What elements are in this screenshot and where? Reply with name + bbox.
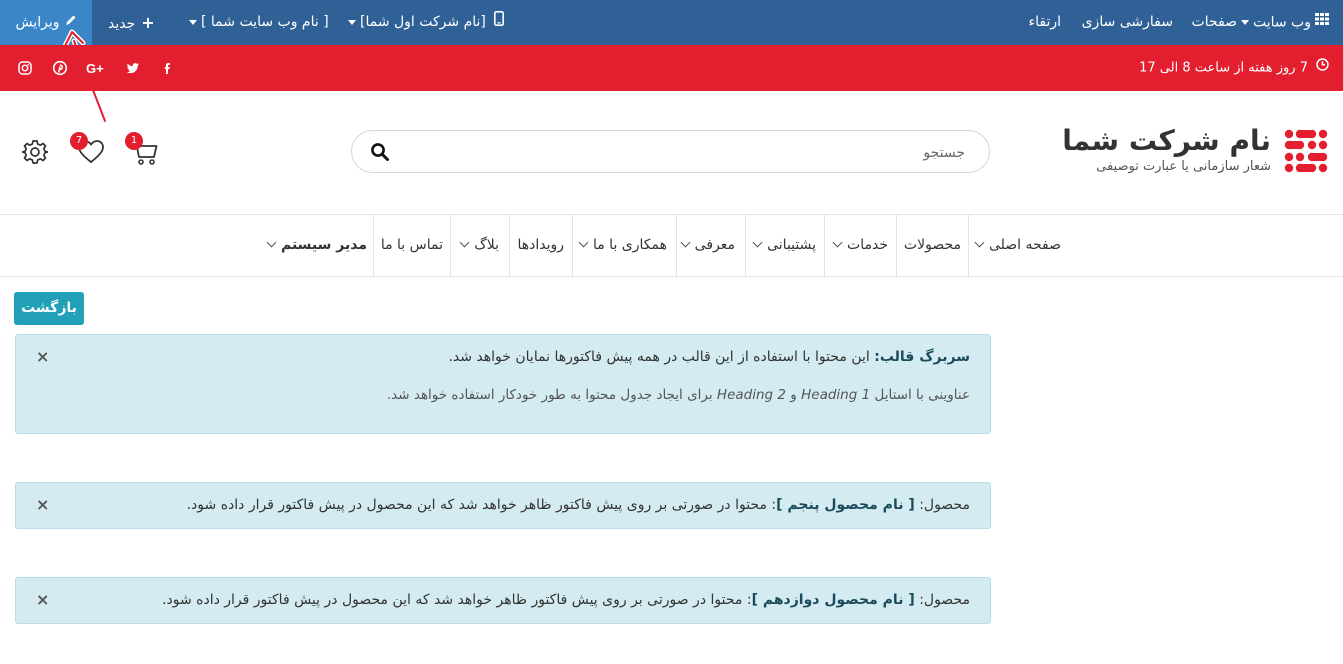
chevron-down-icon: [832, 237, 843, 248]
info-bar: 7 روز هفته از ساعت 8 الی 17 G+: [0, 45, 1343, 91]
nav-item-admin[interactable]: مدیر سیستم: [266, 215, 367, 276]
nav-divider: [968, 215, 969, 276]
alert-note-and: و: [790, 387, 797, 403]
company-switcher[interactable]: [نام شرکت اول شما]: [344, 0, 486, 45]
chevron-down-icon: [974, 237, 985, 248]
alert-note-suffix: برای ایجاد جدول محتوا به طور خودکار استف…: [386, 387, 713, 403]
alert-label: سربرگ قالب:: [874, 349, 970, 365]
nav-item-services[interactable]: خدمات: [832, 215, 888, 276]
wishlist-count-badge: 7: [70, 132, 88, 150]
nav-item-admin-label: مدیر سیستم: [280, 237, 367, 253]
nav-divider: [373, 215, 374, 276]
website-menu[interactable]: وب سایت: [1237, 0, 1329, 45]
alert-prefix: محصول:: [919, 497, 970, 513]
alert-text: این محتوا با استفاده از این قالب در همه …: [448, 349, 870, 365]
opening-hours-text: 7 روز هفته از ساعت 8 الی 17: [1139, 60, 1308, 76]
close-icon[interactable]: ×: [36, 495, 49, 514]
plus-icon: +: [141, 13, 155, 32]
alert-prefix: محصول:: [919, 592, 970, 608]
search-icon[interactable]: [370, 142, 390, 166]
website-menu-label: وب سایت: [1252, 14, 1311, 31]
site-switcher[interactable]: [ نام وب سایت شما ]: [185, 0, 329, 45]
google-plus-icon[interactable]: G+: [86, 60, 108, 76]
nav-item-products[interactable]: محصولات: [904, 215, 961, 276]
nav-item-contact[interactable]: تماس با ما: [381, 215, 443, 276]
chevron-down-icon: [578, 237, 589, 248]
facebook-icon[interactable]: [159, 60, 175, 76]
chevron-down-icon: [752, 237, 763, 248]
nav-item-support[interactable]: پشتیبانی: [752, 215, 816, 276]
nav-divider: [676, 215, 677, 276]
search-input[interactable]: [403, 139, 967, 167]
cart-button[interactable]: 1: [125, 132, 159, 168]
close-icon[interactable]: ×: [36, 347, 49, 366]
pinterest-icon[interactable]: [52, 60, 68, 76]
brand[interactable]: نام شرکت شما شعار سازمانی یا عبارت توصیف…: [1062, 124, 1271, 175]
chevron-down-icon: [266, 237, 277, 248]
admin-topbar: وب سایت صفحات سفارشی سازی ارتقاء [نام شر…: [0, 0, 1343, 45]
nav-item-events[interactable]: رویدادها: [517, 215, 564, 276]
product-name: [ نام محصول دوازدهم ]: [751, 592, 915, 608]
opening-hours: 7 روز هفته از ساعت 8 الی 17: [1139, 45, 1329, 91]
nav-divider: [450, 215, 451, 276]
grid-icon: [1315, 0, 1329, 45]
nav-item-home-label: صفحه اصلی: [988, 237, 1061, 253]
nav-item-cooperate-label: همکاری با ما: [592, 237, 667, 253]
company-switcher-label: [نام شرکت اول شما]: [360, 14, 486, 30]
svg-text:G+: G+: [86, 61, 104, 76]
nav-divider: [572, 215, 573, 276]
clock-icon: [1316, 45, 1329, 91]
customize-menu[interactable]: سفارشی سازی: [1082, 0, 1173, 45]
main-nav: صفحه اصلی محصولات خدمات پشتیبانی معرفی ه…: [0, 215, 1343, 277]
mobile-icon: [494, 0, 504, 45]
nav-item-intro[interactable]: معرفی: [680, 215, 735, 276]
product-alert: محصول: [ نام محصول دوازدهم ]: محتوا در ص…: [15, 577, 991, 624]
alert-line: محصول: [ نام محصول دوازدهم ]: محتوا در ص…: [162, 592, 970, 608]
brand-slogan: شعار سازمانی یا عبارت توصیفی: [1096, 159, 1271, 174]
nav-item-cooperate[interactable]: همکاری با ما: [578, 215, 667, 276]
close-icon[interactable]: ×: [36, 590, 49, 609]
caret-down-icon: [189, 19, 197, 25]
chevron-down-icon: [680, 237, 691, 248]
alert-note: عناوینی با استایل Heading 1 و Heading 2 …: [387, 387, 970, 403]
upgrade-menu[interactable]: ارتقاء: [1029, 0, 1061, 45]
product-name: [ نام محصول پنجم ]: [776, 497, 915, 513]
alert-line: محصول: [ نام محصول پنجم ]: محتوا در صورت…: [187, 497, 970, 513]
search-box: [351, 130, 990, 173]
template-header-alert: سربرگ قالب: این محتوا با استفاده از این …: [15, 334, 991, 434]
nav-divider: [745, 215, 746, 276]
nav-item-services-label: خدمات: [847, 237, 888, 253]
nav-item-intro-label: معرفی: [694, 237, 735, 253]
alert-note-prefix: عناوینی با استایل: [874, 387, 970, 403]
settings-gear-icon[interactable]: [21, 139, 49, 169]
site-header: نام شرکت شما شعار سازمانی یا عبارت توصیف…: [0, 91, 1343, 215]
instagram-icon[interactable]: [17, 60, 33, 76]
nav-item-blog[interactable]: بلاگ: [459, 215, 499, 276]
alert-line: سربرگ قالب: این محتوا با استفاده از این …: [448, 349, 970, 365]
twitter-icon[interactable]: [125, 60, 141, 76]
site-switcher-label: [ نام وب سایت شما ]: [201, 14, 329, 30]
brand-name: نام شرکت شما: [1062, 124, 1271, 157]
cart-count-badge: 1: [125, 132, 143, 150]
caret-down-icon: [348, 19, 356, 25]
nav-divider: [509, 215, 510, 276]
alert-text: : محتوا در صورتی بر روی پیش فاکتور ظاهر …: [162, 592, 752, 608]
mobile-preview-button[interactable]: [494, 0, 504, 45]
brand-logo-icon[interactable]: [1284, 129, 1328, 177]
wishlist-button[interactable]: 7: [70, 132, 106, 168]
alert-text: : محتوا در صورتی بر روی پیش فاکتور ظاهر …: [186, 497, 777, 513]
pages-menu[interactable]: صفحات: [1192, 0, 1237, 45]
nav-divider: [824, 215, 825, 276]
heading1-label: Heading 1: [801, 387, 871, 403]
nav-item-blog-label: بلاگ: [474, 237, 499, 253]
nav-item-support-label: پشتیبانی: [767, 237, 816, 253]
nav-item-home[interactable]: صفحه اصلی: [974, 215, 1061, 276]
product-alert: محصول: [ نام محصول پنجم ]: محتوا در صورت…: [15, 482, 991, 529]
edit-button-label: ویرایش: [15, 14, 60, 31]
heading2-label: Heading 2: [716, 387, 786, 403]
nav-divider: [896, 215, 897, 276]
back-button[interactable]: بازگشت: [14, 292, 84, 325]
caret-down-icon: [1240, 20, 1249, 25]
chevron-down-icon: [459, 237, 470, 248]
